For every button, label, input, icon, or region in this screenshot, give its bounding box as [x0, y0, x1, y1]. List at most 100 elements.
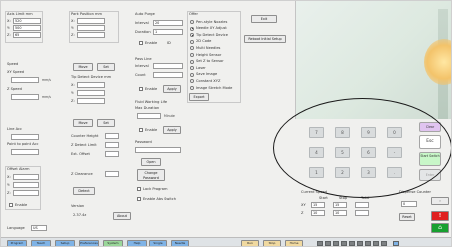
detect-button[interactable]: Detect [73, 187, 95, 195]
keypad-key[interactable]: 0 [387, 127, 402, 138]
keypad-key[interactable]: 1 [309, 167, 324, 178]
toolbar-button[interactable]: Program [7, 240, 27, 246]
toolbar-indicator[interactable] [325, 241, 331, 246]
offer-option-radio[interactable] [190, 59, 194, 64]
reboot-setup-button[interactable]: Reboot Initial Setup [244, 35, 286, 43]
toolbar-button[interactable]: Teach [31, 240, 51, 246]
z-total-input[interactable] [355, 210, 369, 216]
park-x-input[interactable] [77, 18, 105, 24]
pass-line-interval-input[interactable] [153, 63, 183, 69]
counter-height-input[interactable] [105, 133, 119, 139]
keypad-key[interactable]: 7 [309, 127, 324, 138]
z-clearance-input[interactable] [105, 171, 119, 177]
xy-total-input[interactable] [355, 202, 369, 208]
axis-y-input[interactable]: 500 [13, 25, 41, 31]
fluid-life-input[interactable] [137, 113, 161, 119]
z-speed-input[interactable] [11, 94, 39, 100]
z-detect-limit-input[interactable] [105, 142, 119, 148]
park-y-input[interactable] [77, 25, 105, 31]
toolbar-mode-button[interactable]: Needle [171, 240, 189, 246]
reset-counter-button[interactable]: Reset [399, 213, 415, 221]
fluid-life-enable-checkbox[interactable] [139, 128, 143, 132]
set-button[interactable]: Set [97, 63, 115, 71]
xy-stop-input[interactable]: 15 [333, 202, 347, 208]
keypad-key[interactable]: 5 [335, 147, 350, 158]
offer-option-radio[interactable] [190, 39, 194, 44]
move-button-2[interactable]: Move [73, 119, 93, 127]
start-switch-button[interactable]: Start Switch [419, 152, 441, 166]
export-button[interactable]: Export [189, 93, 209, 101]
offset-y-input[interactable] [13, 182, 39, 188]
toolbar-indicator[interactable] [365, 241, 371, 246]
axis-x-input[interactable]: 520 [13, 18, 41, 24]
offer-option-radio[interactable] [190, 26, 194, 31]
keypad-key[interactable]: 2 [335, 167, 350, 178]
offer-option-radio[interactable] [190, 72, 194, 77]
exit-button[interactable]: Exit [251, 15, 277, 23]
axis-z-input[interactable]: 65 [13, 32, 41, 38]
offer-option-radio[interactable] [190, 86, 194, 90]
toolbar-mode-button[interactable]: Single [149, 240, 167, 246]
tip-z-input[interactable] [77, 98, 105, 104]
z-start-input[interactable]: 10 [311, 210, 325, 216]
password-input[interactable] [135, 147, 181, 153]
home-button[interactable]: ⌂ [431, 223, 449, 233]
toolbar-indicator[interactable] [333, 241, 339, 246]
language-select[interactable]: US [31, 225, 47, 231]
open-button[interactable]: Open [141, 158, 161, 166]
tip-x-input[interactable] [77, 82, 105, 88]
keypad-key[interactable]: 3 [361, 167, 376, 178]
change-password-button[interactable]: Change Password [137, 169, 165, 181]
toolbar-indicator[interactable] [349, 241, 355, 246]
xy-start-input[interactable]: 15 [311, 202, 325, 208]
xy-speed-input[interactable] [11, 77, 39, 83]
toolbar-indicator[interactable] [341, 241, 347, 246]
keypad-key[interactable]: 8 [335, 127, 350, 138]
toolbar-action-button[interactable]: Stop [263, 240, 281, 246]
offset-x-input[interactable] [13, 174, 39, 180]
offer-option-radio[interactable] [190, 20, 194, 24]
toolbar-indicator[interactable] [393, 241, 399, 246]
toolbar-button[interactable]: System [103, 240, 123, 246]
auto-purge-enable-checkbox[interactable] [139, 41, 143, 45]
keypad-key[interactable]: 6 [361, 147, 376, 158]
toolbar-indicator[interactable] [357, 241, 363, 246]
pass-line-count-input[interactable] [153, 72, 183, 78]
move-button[interactable]: Move [73, 63, 93, 71]
toolbar-action-button[interactable]: Home [285, 240, 303, 246]
auto-purge-interval-input[interactable]: 20 [153, 20, 183, 26]
toolbar-action-button[interactable]: Run [241, 240, 259, 246]
pass-line-apply-button[interactable]: Apply [163, 85, 181, 93]
pass-line-enable-checkbox[interactable] [139, 87, 143, 91]
toolbar-indicator[interactable] [373, 241, 379, 246]
esc-button[interactable]: Esc [419, 135, 441, 149]
fluid-life-apply-button[interactable]: Apply [163, 126, 181, 134]
offer-option-radio[interactable] [190, 53, 194, 57]
toolbar-button[interactable]: Help [127, 240, 147, 246]
about-button[interactable]: About [113, 212, 131, 220]
auto-purge-duration-input[interactable]: 1 [153, 29, 183, 35]
keypad-key[interactable]: - [387, 147, 402, 158]
dispense-count-input[interactable]: 0 [401, 201, 417, 207]
toolbar-indicator[interactable] [381, 241, 387, 246]
tip-y-input[interactable] [77, 90, 105, 96]
clear-button[interactable]: Clear [419, 122, 441, 132]
enter-button[interactable]: Enter [419, 169, 441, 181]
line-acc-input[interactable] [11, 134, 39, 140]
keypad-key[interactable]: 4 [309, 147, 324, 158]
offset-z-input[interactable] [13, 190, 39, 196]
z-stop-input[interactable]: 10 [333, 210, 347, 216]
keypad-key[interactable]: 9 [361, 127, 376, 138]
ext-offset-input[interactable] [105, 151, 119, 157]
toolbar-button[interactable]: Preferences [79, 240, 99, 246]
offset-alarm-enable-checkbox[interactable] [9, 203, 13, 207]
toolbar-button[interactable]: Setup [55, 240, 75, 246]
enable-abs-switch-checkbox[interactable] [137, 197, 141, 201]
alert-button[interactable]: ! [431, 211, 449, 221]
keypad-key[interactable]: . [387, 167, 402, 178]
lock-program-checkbox[interactable] [137, 187, 141, 191]
set-button-2[interactable]: Set [97, 119, 115, 127]
toolbar-indicator[interactable] [317, 241, 323, 246]
next-button[interactable]: › [431, 197, 449, 205]
park-z-input[interactable] [77, 32, 105, 38]
